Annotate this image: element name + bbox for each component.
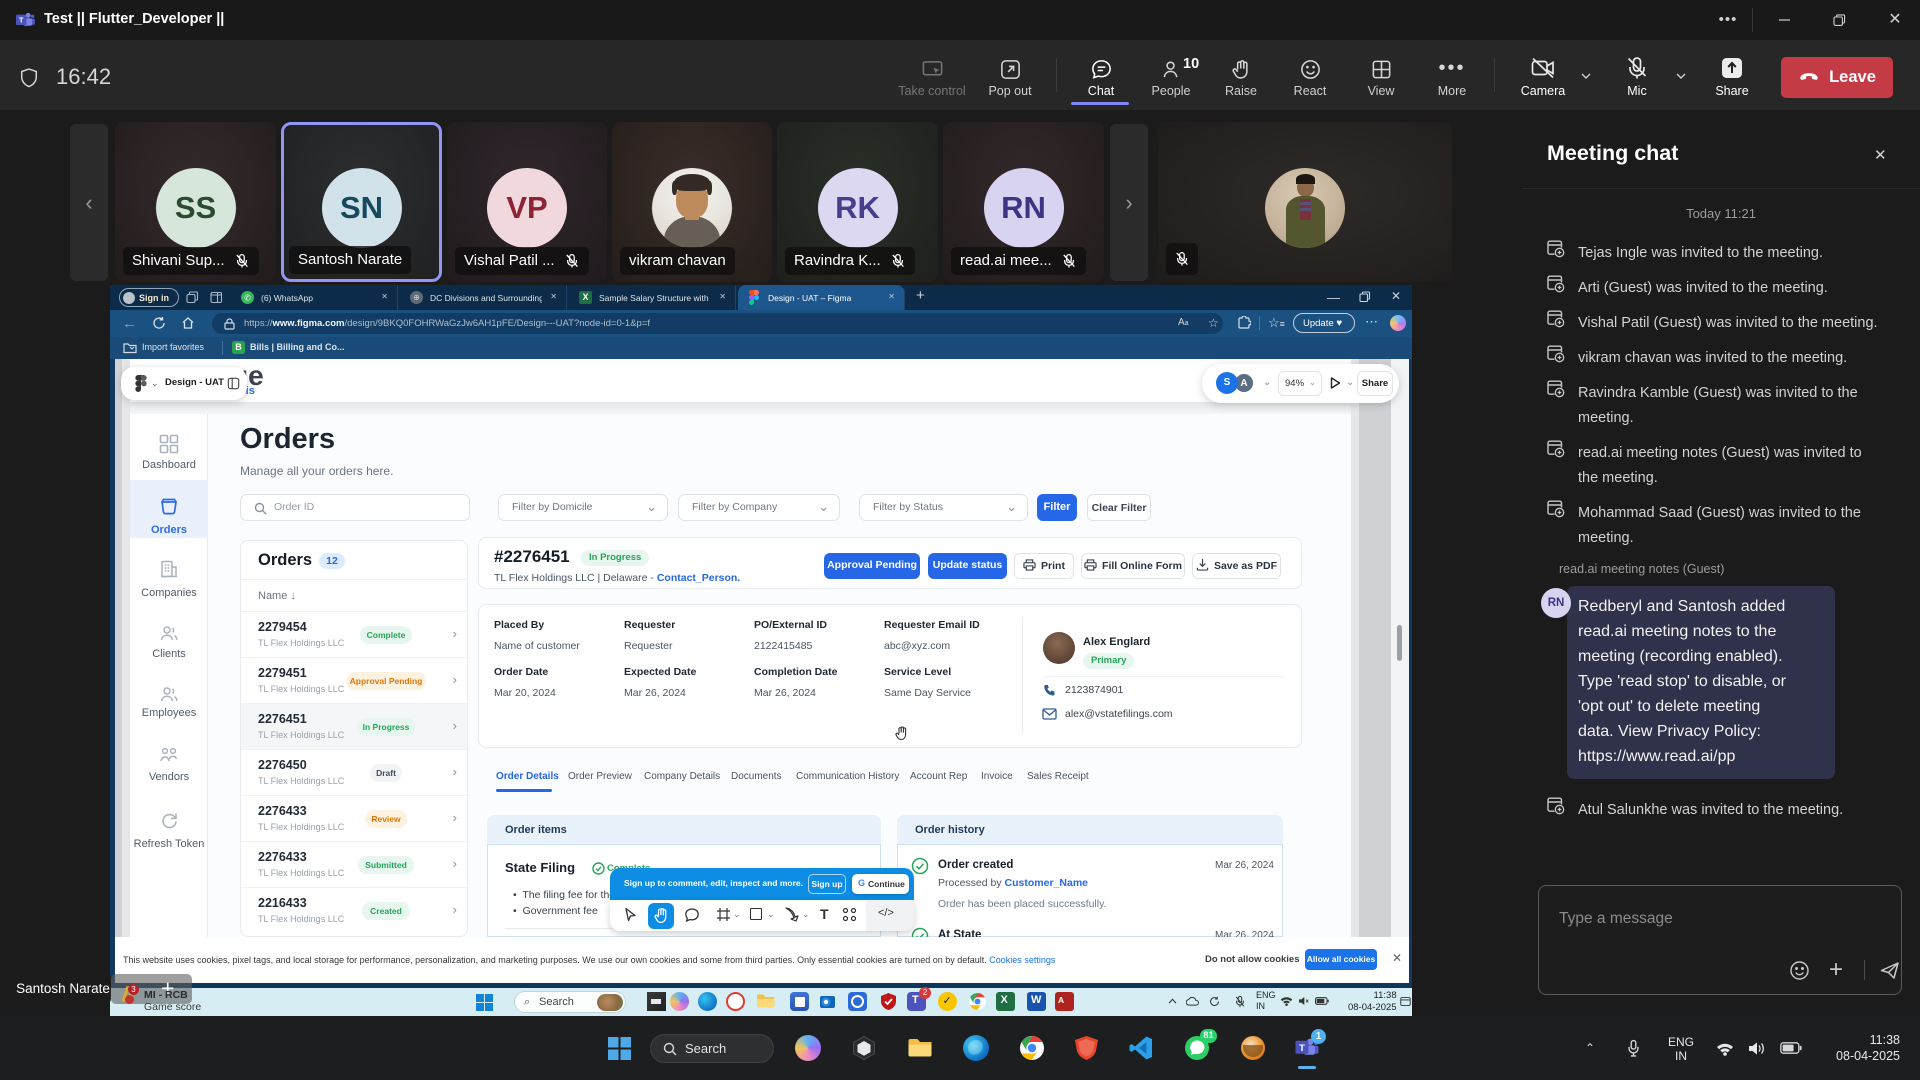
svg-text:T: T <box>1299 1043 1305 1054</box>
svg-text:✆: ✆ <box>244 293 251 302</box>
svg-text:T: T <box>19 16 24 25</box>
